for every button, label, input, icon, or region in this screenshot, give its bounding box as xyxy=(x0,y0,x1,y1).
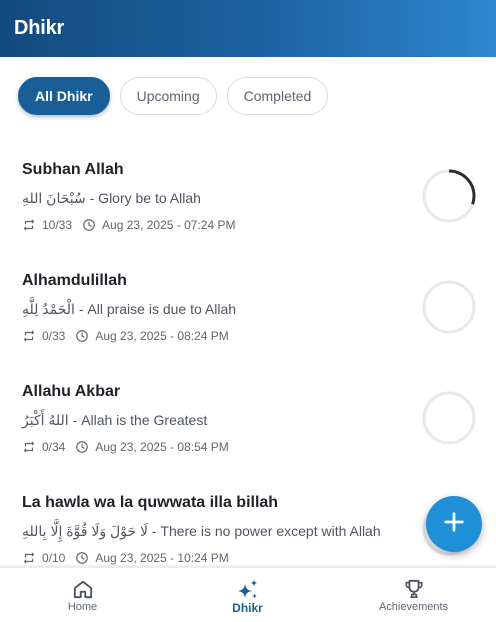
dhikr-meta: 0/33 Aug 23, 2025 - 08:24 PM xyxy=(22,329,229,343)
bottom-navigation: Home Dhikr Achievements xyxy=(0,567,496,622)
dhikr-count: 0/34 xyxy=(42,440,66,454)
nav-label-dhikr: Dhikr xyxy=(232,601,263,615)
dhikr-description: سُبْحَانَ اللهِ - Glory be to Allah xyxy=(22,190,201,206)
dhikr-item-subhan-allah[interactable]: Subhan Allah سُبْحَانَ اللهِ - Glory be … xyxy=(0,145,496,256)
repeat-icon xyxy=(22,440,36,454)
dhikr-item-allahu-akbar[interactable]: Allahu Akbar اللهُ أَكْبَرُ - Allah is t… xyxy=(0,367,496,478)
dhikr-meta: 0/10 Aug 23, 2025 - 10:24 PM xyxy=(22,551,229,565)
dhikr-item-alhamdulillah[interactable]: Alhamdulillah الْحَمْدُ لِلَّهِ - All pr… xyxy=(0,256,496,367)
dhikr-description: الْحَمْدُ لِلَّهِ - All praise is due to… xyxy=(22,301,237,317)
dhikr-description: لَا حَوْلَ وَلَا قُوَّةَ إِلَّا بِاللهِ … xyxy=(22,523,381,539)
nav-label-home: Home xyxy=(67,601,98,613)
nav-item-home[interactable]: Home xyxy=(0,568,165,622)
clock-icon xyxy=(75,440,89,454)
home-icon xyxy=(72,579,94,599)
filter-chip-completed[interactable]: Completed xyxy=(226,77,329,115)
dhikr-name: Allahu Akbar xyxy=(22,383,121,400)
trophy-icon xyxy=(403,579,425,599)
dhikr-count: 10/33 xyxy=(42,218,73,232)
dhikr-datetime: Aug 23, 2025 - 10:24 PM xyxy=(95,551,229,565)
clock-icon xyxy=(82,218,96,232)
dhikr-datetime: Aug 23, 2025 - 08:24 PM xyxy=(95,329,229,343)
dhikr-datetime: Aug 23, 2025 - 07:24 PM xyxy=(102,218,236,232)
clock-icon xyxy=(75,551,89,565)
repeat-icon xyxy=(22,218,36,232)
progress-ring xyxy=(422,280,476,334)
dhikr-count: 0/10 xyxy=(42,551,66,565)
filter-chip-upcoming[interactable]: Upcoming xyxy=(119,77,217,115)
nav-item-achievements[interactable]: Achievements xyxy=(331,568,496,622)
plus-icon xyxy=(443,511,465,538)
repeat-icon xyxy=(22,329,36,343)
dhikr-meta: 10/33 Aug 23, 2025 - 07:24 PM xyxy=(22,218,235,232)
dhikr-meta: 0/34 Aug 23, 2025 - 08:54 PM xyxy=(22,440,229,454)
nav-item-dhikr[interactable]: Dhikr xyxy=(165,568,330,622)
repeat-icon xyxy=(22,551,36,565)
clock-icon xyxy=(75,329,89,343)
sparkles-icon xyxy=(236,579,260,599)
page-title: Dhikr xyxy=(14,17,65,39)
dhikr-datetime: Aug 23, 2025 - 08:54 PM xyxy=(95,440,229,454)
dhikr-name: Alhamdulillah xyxy=(22,272,127,289)
nav-label-achievements: Achievements xyxy=(378,601,449,613)
top-app-bar: Dhikr xyxy=(0,0,496,57)
filter-chips: All Dhikr Upcoming Completed xyxy=(18,77,329,115)
dhikr-name: La hawla wa la quwwata illa billah xyxy=(22,494,279,511)
dhikr-name: Subhan Allah xyxy=(22,161,124,178)
dhikr-description: اللهُ أَكْبَرُ - Allah is the Greatest xyxy=(22,412,208,428)
progress-ring xyxy=(422,169,476,223)
filter-chip-all[interactable]: All Dhikr xyxy=(18,77,110,115)
dhikr-count: 0/33 xyxy=(42,329,66,343)
add-dhikr-button[interactable] xyxy=(426,496,482,552)
app-root: Dhikr All Dhikr Upcoming Completed Subha… xyxy=(0,0,496,622)
progress-ring xyxy=(422,391,476,445)
